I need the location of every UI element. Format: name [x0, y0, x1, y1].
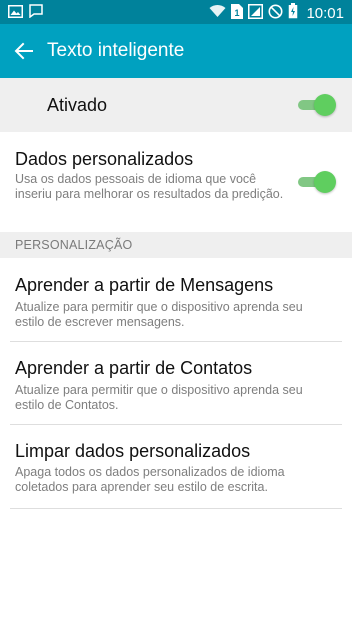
list-item-description: Atualize para permitir que o dispositivo… [15, 300, 303, 329]
arrow-left-icon [12, 42, 36, 67]
list-item-clear-data[interactable]: Limpar dados personalizados Apaga todos … [0, 425, 352, 509]
personal-data-toggle[interactable] [298, 170, 336, 194]
master-switch-label: Ativado [47, 95, 108, 115]
battery-icon [288, 3, 298, 24]
list-item-description: Atualize para permitir que o dispositivo… [15, 383, 303, 412]
status-bar: 1 10:01 [0, 0, 352, 24]
divider [10, 508, 342, 509]
back-button[interactable] [12, 39, 36, 63]
svg-text:1: 1 [235, 8, 240, 18]
toggle-thumb [314, 171, 336, 193]
status-time: 10:01 [306, 4, 344, 22]
section-header: PERSONALIZAÇÃO [0, 232, 352, 258]
personal-data-title: Dados personalizados [15, 149, 194, 169]
status-right: 1 10:01 [209, 3, 344, 24]
section-label: PERSONALIZAÇÃO [15, 238, 133, 252]
toggle-thumb [314, 94, 336, 116]
no-disturb-icon [268, 4, 283, 24]
list-item-title: Aprender a partir de Mensagens [15, 275, 274, 295]
sim-icon: 1 [231, 3, 244, 24]
status-left [8, 4, 43, 23]
gallery-notification-icon [8, 4, 23, 23]
message-notification-icon [29, 4, 43, 23]
list-item-description: Apaga todos os dados personalizados de i… [15, 465, 285, 494]
page-title: Texto inteligente [47, 40, 185, 61]
master-toggle[interactable] [298, 93, 336, 117]
wifi-icon [209, 4, 226, 23]
app-bar: Texto inteligente [0, 24, 352, 78]
list-item-learn-contacts[interactable]: Aprender a partir de Contatos Atualize p… [0, 342, 352, 425]
list-item-title: Aprender a partir de Contatos [15, 358, 253, 378]
personal-data-row[interactable]: Dados personalizados Usa os dados pessoa… [0, 132, 352, 232]
signal-icon [248, 3, 264, 24]
list-item-learn-messages[interactable]: Aprender a partir de Mensagens Atualize … [0, 258, 352, 342]
list-item-title: Limpar dados personalizados [15, 441, 251, 461]
master-switch-row[interactable]: Ativado [0, 78, 352, 132]
personal-data-description: Usa os dados pessoais de idioma que você… [15, 172, 284, 201]
